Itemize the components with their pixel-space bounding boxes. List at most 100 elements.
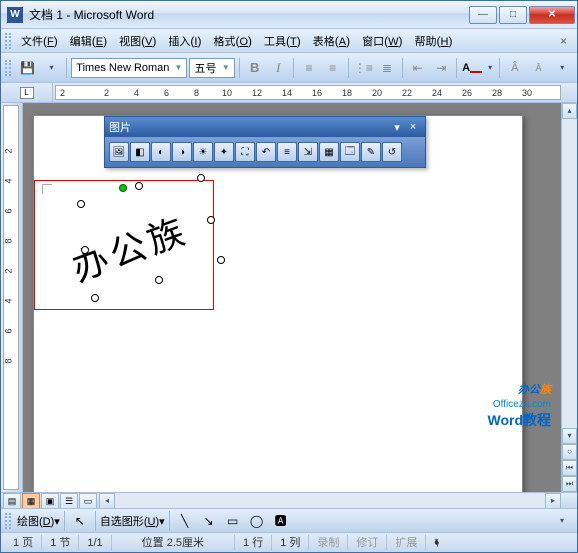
status-rec[interactable]: 录制 bbox=[309, 535, 348, 551]
rotate-handle[interactable] bbox=[119, 184, 127, 192]
numbering-button[interactable]: ⋮≡ bbox=[353, 57, 375, 79]
status-ext[interactable]: 扩展 bbox=[387, 535, 426, 551]
resize-handle[interactable] bbox=[135, 182, 143, 190]
insert-picture-button[interactable]: 🖼 bbox=[109, 142, 129, 162]
scroll-down-button[interactable]: ▾ bbox=[562, 428, 577, 444]
outline-view-button[interactable]: ☰ bbox=[60, 493, 78, 509]
status-rev[interactable]: 修订 bbox=[348, 535, 387, 551]
resize-handle[interactable] bbox=[155, 276, 163, 284]
normal-view-button[interactable]: ▤ bbox=[3, 493, 21, 509]
vertical-scrollbar[interactable]: ▴ ▾ ○ ⏮ ⏭ bbox=[561, 103, 577, 492]
browse-object-button[interactable]: ○ bbox=[562, 444, 577, 460]
vertical-ruler[interactable]: 2 4 6 8 2 4 6 8 bbox=[3, 105, 19, 490]
draw-menu[interactable]: 绘图(D)▾ bbox=[17, 513, 60, 529]
bullets-button[interactable]: ≣ bbox=[376, 57, 398, 79]
resize-handle[interactable] bbox=[91, 294, 99, 302]
minimize-button[interactable]: — bbox=[469, 6, 497, 24]
line-button[interactable]: ╲ bbox=[174, 510, 196, 532]
compress-button[interactable]: ⇲ bbox=[298, 142, 318, 162]
shrink-font-button[interactable]: Ǎ bbox=[528, 57, 550, 79]
scroll-left-button[interactable]: ◂ bbox=[99, 493, 115, 509]
text-wrap-button[interactable]: ▦ bbox=[319, 142, 339, 162]
save-button[interactable]: 💾 bbox=[17, 57, 39, 79]
oval-button[interactable]: ◯ bbox=[246, 510, 268, 532]
close-button[interactable]: ✕ bbox=[529, 6, 575, 24]
hscroll-track[interactable] bbox=[115, 493, 545, 508]
toolbar-options-icon[interactable]: ▾ bbox=[389, 121, 405, 134]
status-position: 位置 2.5厘米 bbox=[112, 535, 235, 551]
font-color-dropdown[interactable]: ▾ bbox=[485, 57, 495, 79]
status-lang-icon[interactable]: 🖣 bbox=[426, 535, 448, 551]
resize-handle[interactable] bbox=[217, 256, 225, 264]
reset-picture-button[interactable]: ↺ bbox=[382, 142, 402, 162]
toolbar-grip[interactable] bbox=[5, 33, 11, 49]
font-name-combo[interactable]: Times New Roman ▼ bbox=[71, 58, 187, 78]
resize-handle[interactable] bbox=[207, 216, 215, 224]
rectangle-button[interactable]: ▭ bbox=[222, 510, 244, 532]
chevron-down-icon: ▼ bbox=[220, 63, 232, 72]
more-contrast-button[interactable]: ◐ bbox=[151, 142, 171, 162]
status-section: 1 节 bbox=[42, 535, 79, 551]
picture-toolbar-title[interactable]: 图片 ▾ × bbox=[105, 117, 425, 137]
maximize-button[interactable]: □ bbox=[499, 6, 527, 24]
less-brightness-button[interactable]: ✦ bbox=[214, 142, 234, 162]
menu-file[interactable]: 文件(F) bbox=[15, 31, 64, 51]
scroll-up-button[interactable]: ▴ bbox=[562, 103, 577, 119]
line-style-button[interactable]: ≡ bbox=[277, 142, 297, 162]
toolbar-overflow[interactable]: ▾ bbox=[551, 510, 573, 532]
menu-view[interactable]: 视图(V) bbox=[113, 31, 162, 51]
print-view-button[interactable]: ▣ bbox=[41, 493, 59, 509]
close-doc-button[interactable]: × bbox=[554, 32, 573, 50]
scroll-track[interactable] bbox=[562, 119, 577, 428]
window-title: 文档 1 - Microsoft Word bbox=[29, 6, 467, 23]
reading-view-button[interactable]: ▭ bbox=[79, 493, 97, 509]
close-icon[interactable]: × bbox=[405, 121, 421, 133]
picture-toolbar[interactable]: 图片 ▾ × 🖼 ◧ ◐ ◑ ☀ ✦ ⛶ ↶ ≡ ⇲ bbox=[104, 116, 426, 168]
next-page-button[interactable]: ⏭ bbox=[562, 476, 577, 492]
toolbar-grip[interactable] bbox=[5, 513, 11, 529]
scroll-right-button[interactable]: ▸ bbox=[545, 493, 561, 509]
textbox-button[interactable]: 🅰 bbox=[270, 510, 292, 532]
align-left-button[interactable]: ≡ bbox=[298, 57, 320, 79]
menu-table[interactable]: 表格(A) bbox=[307, 31, 356, 51]
document-area[interactable]: 图片 ▾ × 🖼 ◧ ◐ ◑ ☀ ✦ ⛶ ↶ ≡ ⇲ bbox=[23, 103, 561, 492]
bold-button[interactable]: B bbox=[244, 57, 266, 79]
app-icon: W bbox=[7, 7, 23, 23]
wordart-object[interactable]: 办公族 bbox=[49, 186, 211, 306]
format-object-button[interactable]: 🗔 bbox=[340, 142, 360, 162]
more-brightness-button[interactable]: ☀ bbox=[193, 142, 213, 162]
menu-tools[interactable]: 工具(T) bbox=[258, 31, 307, 51]
web-view-button[interactable]: ▦ bbox=[22, 493, 40, 509]
less-contrast-button[interactable]: ◑ bbox=[172, 142, 192, 162]
decrease-indent-button[interactable]: ⇤ bbox=[407, 57, 429, 79]
select-objects-button[interactable]: ↖ bbox=[69, 510, 91, 532]
crop-button[interactable]: ⛶ bbox=[235, 142, 255, 162]
resize-handle[interactable] bbox=[197, 174, 205, 182]
menu-edit[interactable]: 编辑(E) bbox=[64, 31, 113, 51]
menu-window[interactable]: 窗口(W) bbox=[356, 31, 408, 51]
menu-help[interactable]: 帮助(H) bbox=[409, 31, 459, 51]
horizontal-ruler[interactable]: 2 2 4 6 8 10 12 14 16 18 20 22 24 26 28 … bbox=[55, 85, 561, 100]
toolbar-grip[interactable] bbox=[5, 60, 11, 76]
resize-handle[interactable] bbox=[81, 246, 89, 254]
menu-insert[interactable]: 插入(I) bbox=[162, 31, 207, 51]
toolbar-overflow[interactable]: ▾ bbox=[551, 57, 573, 79]
align-center-button[interactable]: ≡ bbox=[322, 57, 344, 79]
rotate-left-button[interactable]: ↶ bbox=[256, 142, 276, 162]
arrow-button[interactable]: ↘ bbox=[198, 510, 220, 532]
italic-button[interactable]: I bbox=[268, 57, 290, 79]
font-size-combo[interactable]: 五号 ▼ bbox=[189, 58, 234, 78]
tab-selector[interactable]: L bbox=[20, 87, 34, 99]
status-pages: 1/1 bbox=[79, 535, 111, 551]
set-transparent-button[interactable]: ✎ bbox=[361, 142, 381, 162]
resize-handle[interactable] bbox=[77, 200, 85, 208]
autoshapes-menu[interactable]: 自选图形(U)▾ bbox=[100, 513, 165, 529]
page[interactable]: 图片 ▾ × 🖼 ◧ ◐ ◑ ☀ ✦ ⛶ ↶ ≡ ⇲ bbox=[33, 115, 523, 492]
toolbar-dropdown[interactable]: ▾ bbox=[41, 57, 63, 79]
prev-page-button[interactable]: ⏮ bbox=[562, 460, 577, 476]
increase-indent-button[interactable]: ⇥ bbox=[431, 57, 453, 79]
menu-format[interactable]: 格式(O) bbox=[207, 31, 258, 51]
font-color-button[interactable]: A bbox=[461, 57, 483, 79]
grow-font-button[interactable]: Â bbox=[504, 57, 526, 79]
color-button[interactable]: ◧ bbox=[130, 142, 150, 162]
